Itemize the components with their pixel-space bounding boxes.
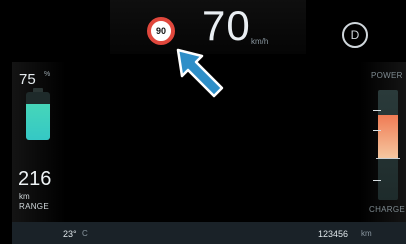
temperature-unit: C — [82, 229, 88, 238]
gear-indicator-label: D — [350, 28, 360, 42]
battery-fill — [26, 104, 50, 140]
battery-gauge — [26, 92, 50, 140]
power-tick — [373, 130, 381, 131]
power-tick — [373, 110, 381, 111]
speed-limit-sign: 90 — [147, 17, 175, 45]
power-tick — [373, 180, 381, 181]
range-label: RANGE — [19, 202, 49, 211]
gear-indicator: D — [342, 22, 368, 48]
power-label: POWER — [371, 71, 403, 80]
power-fill — [378, 115, 398, 158]
speed-unit: km/h — [251, 37, 269, 46]
power-zero-line — [376, 158, 400, 159]
current-speed: 70 — [202, 2, 251, 49]
range-value: 216 — [18, 168, 52, 190]
range-unit: km — [19, 192, 30, 201]
battery-percent: 75 — [19, 71, 36, 88]
speed-limit-value: 90 — [155, 25, 166, 36]
arrow-pointer-icon — [176, 48, 224, 98]
charge-label: CHARGE — [369, 205, 406, 214]
odometer: 123456 — [318, 229, 349, 239]
odometer-unit: km — [361, 229, 372, 238]
battery-percent-unit: % — [44, 71, 51, 78]
outside-temperature: 23° — [63, 229, 77, 239]
